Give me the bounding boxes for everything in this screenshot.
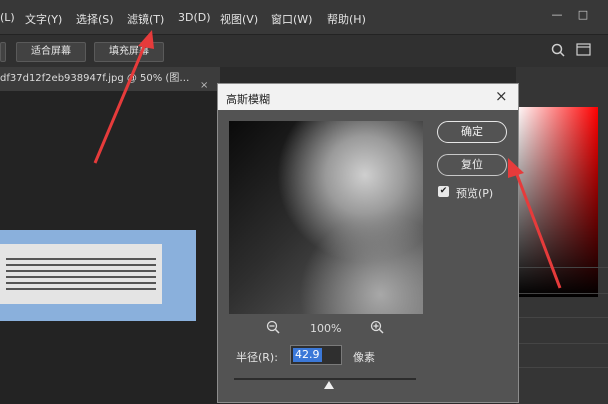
annotation-arrowhead-filter	[138, 30, 154, 49]
annotation-arrows	[93, 30, 562, 289]
annotation-arrow-reset	[514, 171, 562, 289]
annotation-arrowhead-reset	[508, 158, 524, 178]
annotation-arrow-filter	[93, 41, 148, 164]
